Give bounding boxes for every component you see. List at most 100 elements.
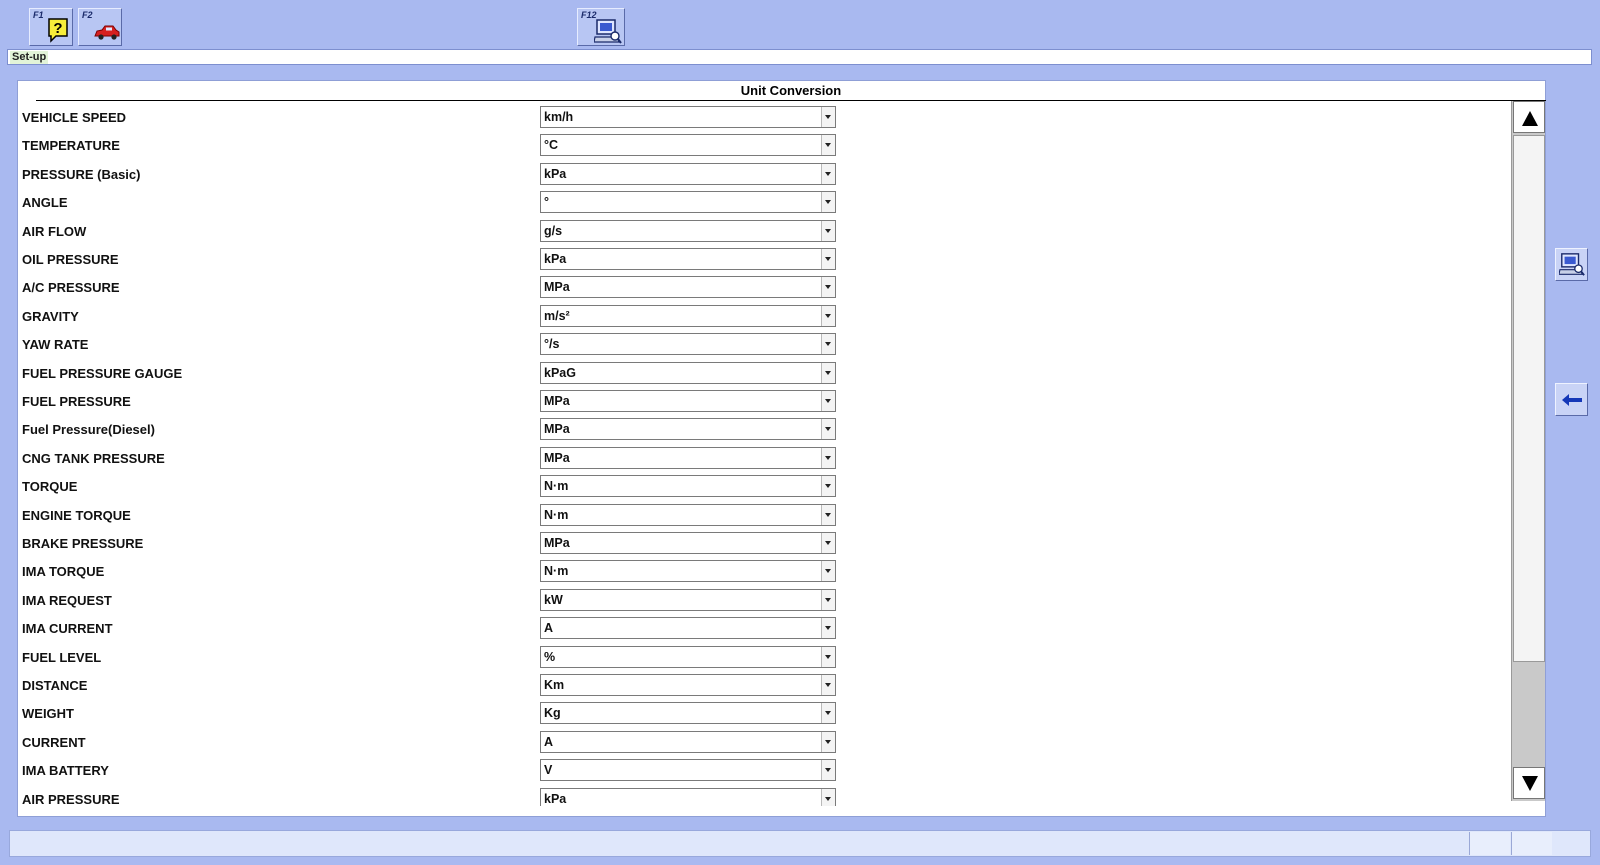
unit-dropdown[interactable]: kPa bbox=[540, 162, 836, 185]
chevron-down-icon[interactable] bbox=[821, 675, 835, 695]
chevron-down-icon[interactable] bbox=[821, 589, 835, 610]
chevron-down-icon[interactable] bbox=[821, 731, 835, 752]
f12-setup-button[interactable]: F12 bbox=[577, 8, 625, 46]
unit-dropdown[interactable]: kW bbox=[540, 588, 836, 611]
vertical-scrollbar[interactable] bbox=[1511, 101, 1545, 801]
unit-dropdown[interactable]: kPaG bbox=[540, 361, 836, 384]
unit-dropdown[interactable]: kPa bbox=[540, 787, 836, 806]
unit-dropdown-value: kPaG bbox=[544, 365, 576, 380]
chevron-down-icon[interactable] bbox=[821, 107, 835, 127]
unit-label: ENGINE TORQUE bbox=[22, 507, 131, 523]
unit-dropdown[interactable]: MPa bbox=[540, 532, 836, 554]
unit-dropdown[interactable]: % bbox=[540, 645, 836, 668]
unit-label: FUEL LEVEL bbox=[22, 649, 102, 665]
unit-label: GRAVITY bbox=[22, 308, 79, 324]
unit-dropdown[interactable]: N·m bbox=[540, 560, 836, 583]
unit-row: IMA TORQUE N·m bbox=[18, 560, 1508, 588]
scroll-thumb[interactable] bbox=[1513, 135, 1545, 662]
chevron-down-icon[interactable] bbox=[821, 504, 835, 525]
chevron-down-icon[interactable] bbox=[821, 419, 835, 440]
unit-dropdown-value: % bbox=[544, 649, 556, 664]
chevron-down-icon[interactable] bbox=[821, 135, 835, 156]
chevron-down-icon[interactable] bbox=[821, 163, 835, 184]
unit-label: DISTANCE bbox=[22, 678, 88, 693]
unit-row: A/C PRESSURE MPa bbox=[18, 276, 1508, 304]
unit-dropdown[interactable]: ° bbox=[540, 191, 836, 214]
unit-row: CURRENT A bbox=[18, 730, 1508, 759]
unit-dropdown-value: km/h bbox=[544, 110, 574, 124]
chevron-down-icon[interactable] bbox=[821, 788, 835, 806]
unit-dropdown[interactable]: N·m bbox=[540, 475, 836, 498]
chevron-down-icon[interactable] bbox=[821, 362, 835, 383]
unit-row: GRAVITY m/s² bbox=[18, 304, 1508, 333]
unit-dropdown[interactable]: Kg bbox=[540, 702, 836, 725]
unit-dropdown-value: kPa bbox=[544, 252, 567, 266]
unit-label: A/C PRESSURE bbox=[22, 280, 120, 296]
unit-dropdown-value: kW bbox=[544, 592, 563, 607]
f1-help-button[interactable]: F1 ? bbox=[29, 8, 73, 46]
unit-dropdown[interactable]: N·m bbox=[540, 503, 836, 526]
chevron-down-icon[interactable] bbox=[821, 646, 835, 667]
svg-text:?: ? bbox=[53, 20, 62, 37]
computer-settings-button[interactable] bbox=[1555, 248, 1588, 281]
help-icon: ? bbox=[48, 18, 68, 43]
unit-dropdown[interactable]: A bbox=[540, 730, 836, 753]
unit-dropdown-value: MPa bbox=[544, 536, 570, 550]
unit-label: TEMPERATURE bbox=[22, 138, 120, 154]
breadcrumb-setup: Set-up bbox=[10, 51, 49, 64]
chevron-down-icon[interactable] bbox=[821, 760, 835, 781]
chevron-down-icon[interactable] bbox=[821, 533, 835, 553]
unit-dropdown[interactable]: km/h bbox=[540, 106, 836, 128]
unit-dropdown-value: kPa bbox=[544, 166, 567, 181]
unit-dropdown[interactable]: °/s bbox=[540, 333, 836, 356]
unit-dropdown[interactable]: °C bbox=[540, 134, 836, 157]
unit-dropdown[interactable]: V bbox=[540, 759, 836, 782]
unit-dropdown-value: V bbox=[544, 763, 553, 778]
scroll-down-button[interactable] bbox=[1513, 767, 1545, 799]
unit-dropdown-value: A bbox=[544, 734, 554, 749]
f2-vehicle-button[interactable]: F2 bbox=[78, 8, 122, 46]
unit-label: Fuel Pressure(Diesel) bbox=[22, 422, 155, 438]
unit-dropdown[interactable]: kPa bbox=[540, 248, 836, 270]
chevron-down-icon[interactable] bbox=[821, 703, 835, 724]
chevron-down-icon[interactable] bbox=[821, 249, 835, 269]
unit-row: IMA REQUEST kW bbox=[18, 588, 1508, 617]
triangle-down-icon bbox=[1522, 776, 1538, 791]
chevron-down-icon[interactable] bbox=[821, 447, 835, 468]
unit-dropdown[interactable]: g/s bbox=[540, 219, 836, 242]
chevron-down-icon[interactable] bbox=[821, 192, 835, 213]
unit-row: TORQUE N·m bbox=[18, 475, 1508, 503]
back-arrow-icon bbox=[1562, 394, 1582, 406]
unit-dropdown-value: ° bbox=[544, 195, 549, 210]
chevron-down-icon[interactable] bbox=[821, 476, 835, 497]
unit-label: YAW RATE bbox=[22, 337, 89, 353]
back-button[interactable] bbox=[1555, 383, 1588, 416]
chevron-down-icon[interactable] bbox=[821, 561, 835, 582]
chevron-down-icon[interactable] bbox=[821, 334, 835, 355]
unit-dropdown[interactable]: A bbox=[540, 617, 836, 640]
chevron-down-icon[interactable] bbox=[821, 305, 835, 326]
chevron-down-icon[interactable] bbox=[821, 618, 835, 639]
unit-row: CNG TANK PRESSURE MPa bbox=[18, 446, 1508, 475]
unit-dropdown[interactable]: m/s² bbox=[540, 304, 836, 327]
unit-row: BRAKE PRESSURE MPa bbox=[18, 532, 1508, 560]
chevron-down-icon[interactable] bbox=[821, 220, 835, 241]
unit-dropdown[interactable]: MPa bbox=[540, 390, 836, 412]
unit-dropdown[interactable]: Km bbox=[540, 674, 836, 696]
unit-dropdown-value: m/s² bbox=[544, 308, 570, 323]
unit-row: AIR PRESSURE kPa bbox=[18, 787, 1508, 806]
unit-dropdown[interactable]: MPa bbox=[540, 418, 836, 441]
unit-row: TEMPERATURE °C bbox=[18, 134, 1508, 162]
unit-label: ANGLE bbox=[22, 195, 68, 211]
unit-row: IMA CURRENT A bbox=[18, 617, 1508, 645]
chevron-down-icon[interactable] bbox=[821, 391, 835, 411]
panel-title: Unit Conversion bbox=[36, 83, 1546, 101]
scroll-up-button[interactable] bbox=[1513, 101, 1545, 133]
chevron-down-icon[interactable] bbox=[821, 277, 835, 298]
unit-row: IMA BATTERY V bbox=[18, 759, 1508, 787]
unit-label: CNG TANK PRESSURE bbox=[22, 450, 165, 466]
unit-dropdown[interactable]: MPa bbox=[540, 446, 836, 469]
unit-dropdown[interactable]: MPa bbox=[540, 276, 836, 299]
unit-dropdown-value: N·m bbox=[544, 564, 569, 579]
unit-dropdown-value: N·m bbox=[544, 479, 569, 494]
